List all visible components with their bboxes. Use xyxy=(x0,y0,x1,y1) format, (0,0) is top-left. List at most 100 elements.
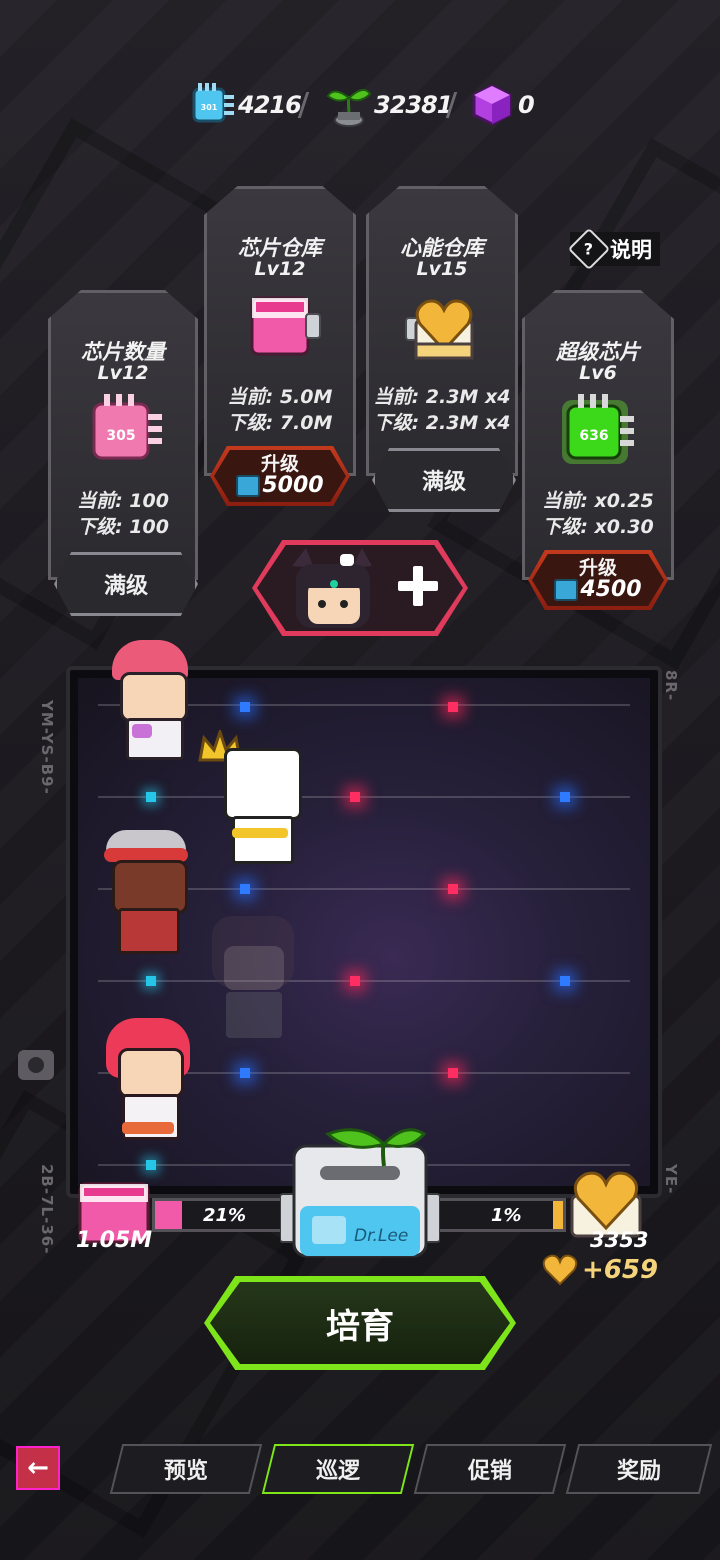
upgrade-label: 升级 xyxy=(578,557,617,579)
chip-stored-amount: 1.05M xyxy=(76,1228,153,1253)
character-white-cube-king[interactable] xyxy=(198,730,308,870)
cube-currency: 0 xyxy=(470,82,535,128)
chip-progress-fill xyxy=(155,1201,183,1229)
card-current: 当前: 5.0M xyxy=(227,386,333,408)
chip-cost-icon xyxy=(554,579,579,601)
upgrade-label: 升级 xyxy=(260,453,299,475)
heart-gain-value: +659 xyxy=(582,1255,659,1285)
tab-label: 巡逻 xyxy=(315,1459,360,1484)
light-dot xyxy=(240,702,250,712)
card-level: Lv15 xyxy=(416,258,468,280)
card-level: Lv12 xyxy=(97,362,149,384)
sprout-currency-value: 32381 xyxy=(374,91,453,119)
tab-label: 奖励 xyxy=(616,1459,661,1484)
heart-storage-icon xyxy=(405,299,474,360)
help-label: 说明 xyxy=(610,238,652,262)
heart-gain: +659 xyxy=(542,1254,658,1286)
card-next: 下级: 2.3M x4 xyxy=(373,412,511,434)
chip-count-max-button[interactable]: 满级 xyxy=(54,552,198,616)
pink-chip-number: 305 xyxy=(106,428,135,444)
light-dot xyxy=(350,792,360,802)
tab-label: 预览 xyxy=(163,1459,208,1484)
chip-currency-icon: 301 xyxy=(192,83,234,123)
card-current: 当前: x0.25 xyxy=(542,490,654,512)
chip-cost-icon xyxy=(236,475,261,497)
light-dot xyxy=(240,884,250,894)
card-level: Lv6 xyxy=(579,362,617,384)
cube-currency-value: 0 xyxy=(518,91,535,119)
heart-storage-max-button[interactable]: 满级 xyxy=(372,448,516,512)
tab-patrol[interactable]: 巡逻 xyxy=(261,1444,415,1494)
green-chip-icon: 636 xyxy=(562,394,634,464)
lane-line xyxy=(98,980,630,982)
light-dot xyxy=(560,792,570,802)
card-super-chip: 超级芯片 Lv6 636 当前: x0.25 下级: x0.30 xyxy=(522,290,674,580)
light-dot xyxy=(560,976,570,986)
arena-side-code: 2B-7L-36- xyxy=(38,1164,56,1255)
card-chip-storage: 芯片仓库 Lv12 当前: 5.0M 下级: 7.0M xyxy=(204,186,356,476)
light-dot xyxy=(448,884,458,894)
card-next: 下级: 7.0M xyxy=(227,412,333,434)
light-dot xyxy=(240,1068,250,1078)
heart-progress-percent: 1% xyxy=(491,1204,522,1226)
tab-rewards[interactable]: 奖励 xyxy=(565,1444,713,1494)
plus-icon xyxy=(398,566,438,606)
light-dot xyxy=(146,1160,156,1170)
cube-icon xyxy=(472,84,512,126)
green-chip-number: 636 xyxy=(579,428,608,444)
tab-promotion[interactable]: 促销 xyxy=(413,1444,567,1494)
light-dot xyxy=(448,702,458,712)
card-level: Lv12 xyxy=(254,258,306,280)
help-button[interactable]: ? 说明 xyxy=(567,227,660,271)
chip-progress-bar: 21% xyxy=(152,1198,288,1232)
sprout-currency: 32381 xyxy=(324,82,453,128)
chip-storage-upgrade-button[interactable]: 升级 5000 xyxy=(210,446,350,506)
super-chip-upgrade-button[interactable]: 升级 4500 xyxy=(528,550,668,610)
character-red-ponytail[interactable] xyxy=(100,1010,200,1150)
card-current: 当前: 2.3M x4 xyxy=(373,386,511,408)
cultivate-button-label: 培育 xyxy=(326,1306,394,1347)
svg-text:301: 301 xyxy=(201,103,218,112)
card-current: 当前: 100 xyxy=(77,490,169,512)
upgrade-cost-value: 4500 xyxy=(580,577,642,602)
sprout-icon xyxy=(326,88,372,127)
upgrade-cost: 5000 xyxy=(236,473,324,498)
light-dot xyxy=(146,976,156,986)
card-heart-storage: 心能仓库 Lv15 当前: 2.3M x4 下级: 2.3M x4 xyxy=(366,186,518,476)
cultivate-button[interactable]: 培育 xyxy=(204,1276,516,1370)
character-red-headband[interactable] xyxy=(98,818,198,958)
upgrade-cost-value: 5000 xyxy=(262,473,324,498)
pink-storage-icon xyxy=(250,296,321,356)
heart-progress-bar: 1% xyxy=(434,1198,566,1232)
upgrade-cost: 4500 xyxy=(554,577,642,602)
card-next: 下级: 100 xyxy=(77,516,169,538)
tab-label: 促销 xyxy=(467,1459,512,1484)
character-pink-cap[interactable] xyxy=(108,640,198,770)
patrol-arena xyxy=(66,640,662,1198)
cultivate-button-inner: 培育 xyxy=(210,1282,510,1364)
arena-side-code: YM-YS-B9- xyxy=(38,700,56,795)
heart-icon xyxy=(542,1254,578,1286)
currency-bar: 301 4216 32381 0 xyxy=(0,82,720,128)
camera-icon[interactable] xyxy=(18,1050,54,1080)
incubator-machine[interactable]: Dr.Lee xyxy=(279,1120,441,1260)
card-next: 下级: x0.30 xyxy=(542,516,654,538)
machine-label: Dr.Lee xyxy=(354,1226,409,1246)
heart-stored-amount: 3353 xyxy=(590,1228,649,1252)
pink-chip-icon: 305 xyxy=(92,394,162,460)
chip-currency-value: 4216 xyxy=(238,91,302,119)
lane-line xyxy=(98,796,630,798)
question-icon: ? xyxy=(567,227,611,271)
add-character-button[interactable] xyxy=(252,540,468,636)
chip-progress-percent: 21% xyxy=(203,1204,247,1226)
character-ghost-faded xyxy=(204,916,304,1056)
tab-preview[interactable]: 预览 xyxy=(109,1444,263,1494)
light-dot xyxy=(448,1068,458,1078)
bottom-tab-bar: 预览 巡逻 促销 奖励 xyxy=(0,1432,720,1502)
light-dot xyxy=(146,792,156,802)
character-portrait-icon xyxy=(292,548,372,628)
chip-currency: 301 4216 xyxy=(190,82,302,128)
light-dot xyxy=(350,976,360,986)
card-chip-count: 芯片数量 Lv12 305 当前: 100 下级: 100 xyxy=(48,290,198,580)
heart-progress-fill xyxy=(552,1201,563,1229)
